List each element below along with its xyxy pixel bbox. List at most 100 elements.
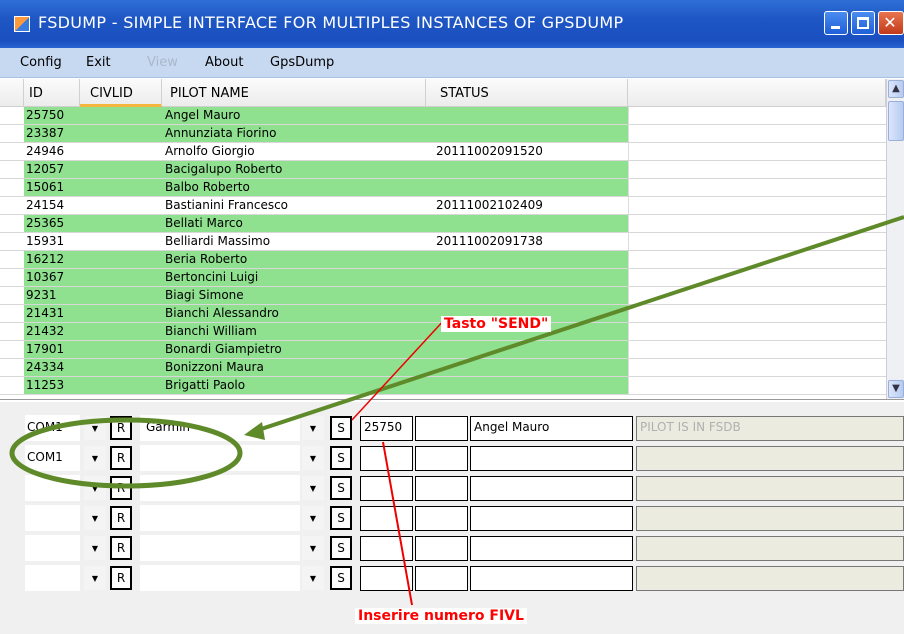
cell-civlid[interactable] (80, 305, 162, 322)
cell-pilot-name[interactable]: Belliardi Massimo (162, 233, 426, 250)
row-selector[interactable] (0, 305, 24, 322)
cell-id[interactable]: 15061 (24, 179, 80, 196)
table-row[interactable]: 23387 Annunziata Fiorino (0, 125, 886, 143)
civl-id-field[interactable] (415, 416, 468, 441)
cell-civlid[interactable] (80, 179, 162, 196)
cell-status[interactable] (426, 251, 628, 268)
pilot-name-field[interactable] (470, 506, 633, 531)
cell-civlid[interactable] (80, 215, 162, 232)
device-dropdown-icon[interactable]: ▼ (302, 566, 324, 590)
cell-pilot-name[interactable]: Balbo Roberto (162, 179, 426, 196)
scroll-down-icon[interactable]: ▼ (888, 380, 904, 398)
cell-status[interactable] (426, 269, 628, 286)
cell-id[interactable]: 16212 (24, 251, 80, 268)
row-selector[interactable] (0, 161, 24, 178)
cell-civlid[interactable] (80, 233, 162, 250)
table-row[interactable]: 15931 Belliardi Massimo 20111002091738 (0, 233, 886, 251)
table-row[interactable]: 24946 Arnolfo Giorgio 20111002091520 (0, 143, 886, 161)
cell-status[interactable]: 20111002091738 (426, 233, 628, 250)
fivl-id-field[interactable] (360, 566, 413, 591)
cell-civlid[interactable] (80, 161, 162, 178)
receive-button[interactable]: R (110, 506, 132, 530)
pilot-name-field[interactable] (470, 446, 633, 471)
header-civlid[interactable]: CIVLID (80, 79, 162, 107)
cell-id[interactable]: 9231 (24, 287, 80, 304)
cell-civlid[interactable] (80, 197, 162, 214)
receive-button[interactable]: R (110, 566, 132, 590)
vertical-scrollbar[interactable]: ▲ ▼ (886, 79, 904, 399)
send-button[interactable]: S (330, 506, 352, 530)
cell-id[interactable]: 24334 (24, 359, 80, 376)
cell-civlid[interactable] (80, 359, 162, 376)
cell-status[interactable] (426, 377, 628, 394)
pilot-grid[interactable]: ID CIVLID PILOT NAME STATUS 25750 Angel M… (0, 79, 904, 400)
close-button[interactable]: ✕ (878, 11, 904, 35)
table-row[interactable]: 12057 Bacigalupo Roberto (0, 161, 886, 179)
port-dropdown-icon[interactable]: ▼ (84, 416, 106, 440)
device-select[interactable] (140, 505, 300, 531)
cell-status[interactable] (426, 215, 628, 232)
row-selector[interactable] (0, 197, 24, 214)
civl-id-field[interactable] (415, 566, 468, 591)
pilot-name-field[interactable] (470, 536, 633, 561)
table-row[interactable]: 25365 Bellati Marco (0, 215, 886, 233)
table-row[interactable]: 24334 Bonizzoni Maura (0, 359, 886, 377)
cell-id[interactable]: 25365 (24, 215, 80, 232)
civl-id-field[interactable] (415, 536, 468, 561)
cell-status[interactable] (426, 359, 628, 376)
table-row[interactable]: 15061 Balbo Roberto (0, 179, 886, 197)
minimize-button[interactable] (824, 11, 848, 35)
device-dropdown-icon[interactable]: ▼ (302, 476, 324, 500)
row-selector[interactable] (0, 323, 24, 340)
device-dropdown-icon[interactable]: ▼ (302, 536, 324, 560)
row-selector[interactable] (0, 143, 24, 160)
send-button[interactable]: S (330, 446, 352, 470)
table-row[interactable]: 24154 Bastianini Francesco 20111002102409 (0, 197, 886, 215)
row-selector[interactable] (0, 107, 24, 124)
cell-status[interactable] (426, 287, 628, 304)
cell-id[interactable]: 24154 (24, 197, 80, 214)
civl-id-field[interactable] (415, 476, 468, 501)
cell-pilot-name[interactable]: Biagi Simone (162, 287, 426, 304)
device-dropdown-icon[interactable]: ▼ (302, 416, 324, 440)
cell-id[interactable]: 17901 (24, 341, 80, 358)
cell-civlid[interactable] (80, 377, 162, 394)
send-button[interactable]: S (330, 566, 352, 590)
row-selector[interactable] (0, 233, 24, 250)
table-row[interactable]: 25750 Angel Mauro (0, 107, 886, 125)
maximize-button[interactable] (851, 11, 875, 35)
port-select[interactable] (25, 505, 80, 531)
cell-id[interactable]: 21432 (24, 323, 80, 340)
fivl-id-field[interactable] (360, 506, 413, 531)
device-dropdown-icon[interactable]: ▼ (302, 446, 324, 470)
civl-id-field[interactable] (415, 506, 468, 531)
row-selector[interactable] (0, 377, 24, 394)
civl-id-field[interactable] (415, 446, 468, 471)
port-dropdown-icon[interactable]: ▼ (84, 446, 106, 470)
header-pilot-name[interactable]: PILOT NAME (162, 79, 426, 107)
cell-pilot-name[interactable]: Bianchi William (162, 323, 426, 340)
port-select[interactable]: COM1 (25, 415, 80, 441)
port-select[interactable]: COM1 (25, 445, 80, 471)
pilot-name-field[interactable] (470, 476, 633, 501)
cell-status[interactable] (426, 341, 628, 358)
port-select[interactable] (25, 475, 80, 501)
device-select[interactable]: Garmin (140, 415, 300, 441)
cell-status[interactable] (426, 125, 628, 142)
cell-pilot-name[interactable]: Bellati Marco (162, 215, 426, 232)
menu-gpsdump[interactable]: GpsDump (270, 55, 334, 70)
fivl-id-field[interactable] (360, 536, 413, 561)
menu-about[interactable]: About (205, 55, 243, 70)
port-select[interactable] (25, 565, 80, 591)
cell-id[interactable]: 11253 (24, 377, 80, 394)
cell-civlid[interactable] (80, 341, 162, 358)
cell-pilot-name[interactable]: Beria Roberto (162, 251, 426, 268)
table-row[interactable]: 17901 Bonardi Giampietro (0, 341, 886, 359)
table-row[interactable]: 16212 Beria Roberto (0, 251, 886, 269)
cell-civlid[interactable] (80, 269, 162, 286)
send-button[interactable]: S (330, 536, 352, 560)
cell-civlid[interactable] (80, 287, 162, 304)
cell-civlid[interactable] (80, 251, 162, 268)
cell-civlid[interactable] (80, 323, 162, 340)
cell-pilot-name[interactable]: Bonardi Giampietro (162, 341, 426, 358)
